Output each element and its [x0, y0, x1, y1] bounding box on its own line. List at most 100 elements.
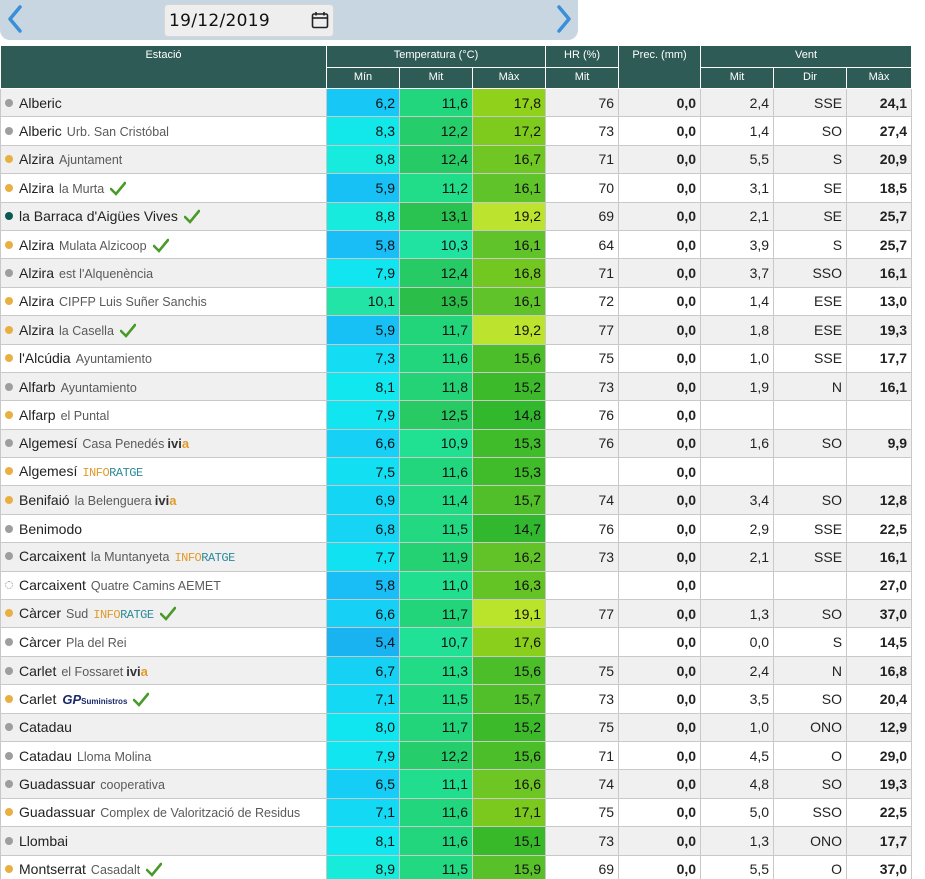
- station-cell[interactable]: Montserrat Casadalt: [0, 854, 327, 879]
- station-cell[interactable]: Benimodo: [0, 513, 327, 544]
- station-name[interactable]: Montserrat: [19, 861, 86, 877]
- station-name[interactable]: Algemesí: [19, 463, 77, 479]
- station-cell[interactable]: Carcaixent Quatre Camins AEMET: [0, 570, 327, 601]
- station-cell[interactable]: Carlet GPSuministros: [0, 684, 327, 714]
- station-cell[interactable]: Catadau: [0, 712, 327, 742]
- station-name[interactable]: l'Alcúdia: [19, 350, 71, 366]
- station-name[interactable]: Càrcer: [19, 634, 61, 650]
- table-row[interactable]: Benifaió la Belenguera ivia 6,9 11,4 15,7 74 0,…: [0, 485, 913, 515]
- wind-dir-header[interactable]: Dir: [773, 67, 848, 89]
- station-cell[interactable]: Carlet el Fossaret ivia: [0, 655, 327, 686]
- station-name[interactable]: Alfarp: [19, 407, 56, 423]
- station-name[interactable]: Guadassuar: [19, 804, 95, 820]
- humidity-mit-header[interactable]: Mit: [545, 67, 620, 89]
- station-cell[interactable]: Algemesí Casa Penedés ivia: [0, 428, 327, 459]
- table-row[interactable]: Catadau 8,0 11,7 15,2 75 0,0 1,0 ONO 12,9: [0, 712, 913, 742]
- station-name[interactable]: Càrcer: [19, 605, 61, 621]
- next-day-button[interactable]: [551, 4, 577, 34]
- station-name[interactable]: Alzira: [19, 151, 54, 167]
- station-name[interactable]: Guadassuar: [19, 776, 95, 792]
- station-cell[interactable]: Alzira la Murta: [0, 173, 327, 203]
- table-row[interactable]: Algemesí INFORATGE 7,5 11,6 15,3 0,0: [0, 457, 913, 487]
- station-cell[interactable]: Alzira la Casella: [0, 315, 327, 345]
- station-name[interactable]: Benifaió: [19, 492, 70, 508]
- temp-max-header[interactable]: Màx: [471, 67, 547, 89]
- station-cell[interactable]: Algemesí INFORATGE: [0, 457, 327, 487]
- station-name[interactable]: Carlet: [19, 691, 56, 707]
- table-row[interactable]: Alzira Mulata Alzicoop 5,8 10,3 16,1 64 0,0 3,9…: [0, 229, 913, 260]
- station-name[interactable]: Alzira: [19, 322, 54, 338]
- station-cell[interactable]: Alzira Ajuntament: [0, 144, 327, 175]
- status-dot-icon: [5, 836, 13, 845]
- station-name[interactable]: Catadau: [19, 748, 72, 764]
- precipitation-column-header[interactable]: Prec. (mm): [618, 45, 702, 89]
- station-cell[interactable]: Benifaió la Belenguera ivia: [0, 485, 327, 515]
- temp-min-cell: 5,8: [326, 570, 400, 601]
- table-row[interactable]: Alzira la Casella 5,9 11,7 19,2 77 0,0 1,8 ESE 19…: [0, 315, 913, 345]
- station-cell[interactable]: Alberic: [0, 87, 327, 118]
- table-row[interactable]: Carcaixent la Muntanyeta INFORATGE 7,7 11,9 1…: [0, 542, 913, 572]
- station-cell[interactable]: Guadassuar Complex de Valorització de Res…: [0, 797, 327, 828]
- table-row[interactable]: Alzira CIPFP Luis Suñer Sanchis 10,1 13,5 16…: [0, 286, 913, 317]
- table-row[interactable]: Algemesí Casa Penedés ivia 6,6 10,9 15,3 76 0,0…: [0, 428, 913, 459]
- station-name[interactable]: Alzira: [19, 237, 54, 253]
- table-row[interactable]: Guadassuar Complex de Valorització de Res…: [0, 797, 913, 828]
- station-name[interactable]: Carcaixent: [19, 548, 86, 564]
- table-row[interactable]: Carcaixent Quatre Camins AEMET 5,8 11,0 16,3…: [0, 570, 913, 601]
- station-cell[interactable]: Alfarp el Puntal: [0, 400, 327, 430]
- date-picker[interactable]: 19/12/2019: [164, 4, 334, 37]
- station-cell[interactable]: Guadassuar cooperativa: [0, 769, 327, 799]
- station-name[interactable]: Llombai: [19, 833, 68, 849]
- station-cell[interactable]: la Barraca d'Aigües Vives: [0, 201, 327, 231]
- table-row[interactable]: Catadau Lloma Molina 7,9 12,2 15,6 71 0,0 4,5 O 2…: [0, 740, 913, 771]
- station-name[interactable]: la Barraca d'Aigües Vives: [19, 208, 178, 224]
- table-row[interactable]: l'Alcúdia Ayuntamiento 7,3 11,6 15,6 75 0,0 1,0…: [0, 343, 913, 373]
- station-cell[interactable]: Càrcer Sud INFORATGE: [0, 599, 327, 629]
- table-row[interactable]: Alzira est l'Alquenència 7,9 12,4 16,8 71 0,0 3…: [0, 258, 913, 288]
- table-row[interactable]: Carlet el Fossaret ivia 6,7 11,3 15,6 75 0,0 2,4…: [0, 655, 913, 686]
- station-name[interactable]: Alzira: [19, 265, 54, 281]
- station-name[interactable]: Alfarb: [19, 379, 56, 395]
- station-name[interactable]: Benimodo: [19, 521, 82, 537]
- station-cell[interactable]: Catadau Lloma Molina: [0, 740, 327, 771]
- table-row[interactable]: Alfarp el Puntal 7,9 12,5 14,8 76 0,0: [0, 400, 913, 430]
- station-cell[interactable]: Càrcer Pla del Rei: [0, 627, 327, 657]
- station-name[interactable]: Algemesí: [19, 435, 77, 451]
- table-row[interactable]: la Barraca d'Aigües Vives 8,8 13,1 19,2 69 0,…: [0, 201, 913, 231]
- station-cell[interactable]: Alzira CIPFP Luis Suñer Sanchis: [0, 286, 327, 317]
- temp-mit-header[interactable]: Mit: [399, 67, 473, 89]
- table-row[interactable]: Llombai 8,1 11,6 15,1 73 0,0 1,3 ONO 17,7: [0, 826, 913, 856]
- wind-mit-header[interactable]: Mit: [700, 67, 775, 89]
- date-value[interactable]: 19/12/2019: [169, 11, 270, 31]
- station-cell[interactable]: Carcaixent la Muntanyeta INFORATGE: [0, 542, 327, 572]
- station-name[interactable]: Catadau: [19, 719, 72, 735]
- station-cell[interactable]: Alfarb Ayuntamiento: [0, 371, 327, 402]
- station-name[interactable]: Alberic: [19, 95, 62, 111]
- calendar-icon[interactable]: [311, 11, 329, 29]
- temp-min-header[interactable]: Mín: [326, 67, 400, 89]
- station-name[interactable]: Alzira: [19, 293, 54, 309]
- station-column-header[interactable]: Estació: [0, 45, 327, 89]
- table-row[interactable]: Benimodo 6,8 11,5 14,7 76 0,0 2,9 SSE 22,5: [0, 513, 913, 544]
- station-cell[interactable]: Alzira est l'Alquenència: [0, 258, 327, 288]
- table-row[interactable]: Carlet GPSuministros 7,1 11,5 15,7 73 0,0 3,5 SO…: [0, 684, 913, 714]
- station-name[interactable]: Carcaixent: [19, 577, 86, 593]
- station-cell[interactable]: l'Alcúdia Ayuntamiento: [0, 343, 327, 373]
- wind-max-header[interactable]: Màx: [846, 67, 913, 89]
- station-name[interactable]: Alberic: [19, 123, 62, 139]
- table-row[interactable]: Alzira Ajuntament 8,8 12,4 16,7 71 0,0 5,5 S 20,9: [0, 144, 913, 175]
- station-cell[interactable]: Llombai: [0, 826, 327, 856]
- table-row[interactable]: Alberic 6,2 11,6 17,8 76 0,0 2,4 SSE 24,1: [0, 87, 913, 118]
- station-name[interactable]: Carlet: [19, 663, 56, 679]
- table-row[interactable]: Alberic Urb. San Cristóbal 8,3 12,2 17,2 73 0,…: [0, 116, 913, 146]
- table-row[interactable]: Guadassuar cooperativa 6,5 11,1 16,6 74 0,0 4,8…: [0, 769, 913, 799]
- table-row[interactable]: Càrcer Sud INFORATGE 6,6 11,7 19,1 77 0,0 1,3 SO 3…: [0, 599, 913, 629]
- station-cell[interactable]: Alzira Mulata Alzicoop: [0, 229, 327, 260]
- table-row[interactable]: Càrcer Pla del Rei 5,4 10,7 17,6 0,0 0,0 S 14,5: [0, 627, 913, 657]
- table-row[interactable]: Alfarb Ayuntamiento 8,1 11,8 15,2 73 0,0 1,9 N 16…: [0, 371, 913, 402]
- station-name[interactable]: Alzira: [19, 180, 54, 196]
- table-row[interactable]: Alzira la Murta 5,9 11,2 16,1 70 0,0 3,1 SE 18,5: [0, 173, 913, 203]
- table-row[interactable]: Montserrat Casadalt 8,9 11,5 15,9 69 0,0 5,5 O 37…: [0, 854, 913, 879]
- station-cell[interactable]: Alberic Urb. San Cristóbal: [0, 116, 327, 146]
- previous-day-button[interactable]: [2, 4, 28, 34]
